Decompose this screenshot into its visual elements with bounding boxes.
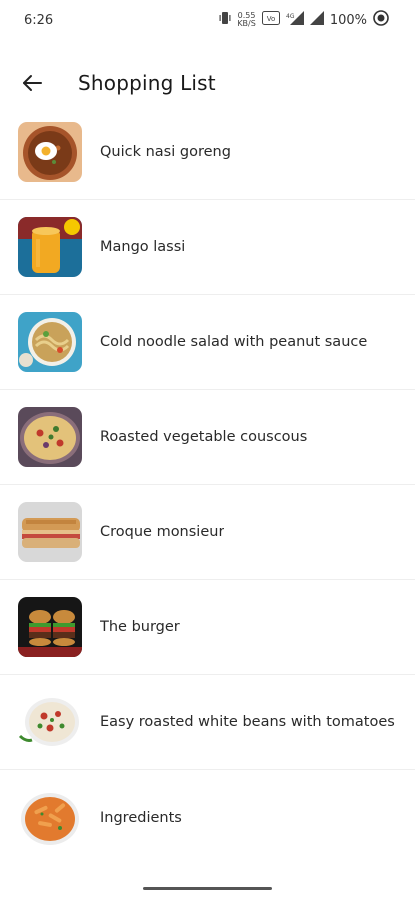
recipe-thumbnail bbox=[18, 502, 82, 562]
list-item-label: Croque monsieur bbox=[100, 524, 225, 540]
list-item[interactable]: Cold noodle salad with peanut sauce bbox=[0, 295, 415, 390]
list-item-label: Quick nasi goreng bbox=[100, 144, 231, 160]
signal-4g-icon: 4G bbox=[286, 11, 304, 29]
status-bar: 6:26 0.55 KB/S Vo 4G 100% bbox=[0, 0, 415, 40]
gesture-nav-handle[interactable] bbox=[143, 887, 272, 890]
record-icon bbox=[373, 10, 389, 30]
list-item-label: Easy roasted white beans with tomatoes bbox=[100, 714, 395, 730]
list-item[interactable]: The burger bbox=[0, 580, 415, 675]
recipe-thumbnail bbox=[18, 597, 82, 657]
list-item-label: The burger bbox=[100, 619, 180, 635]
volte-icon: Vo bbox=[261, 11, 280, 29]
list-item[interactable]: Ingredients bbox=[0, 770, 415, 865]
list-item[interactable]: Roasted vegetable couscous bbox=[0, 390, 415, 485]
list-item[interactable]: Croque monsieur bbox=[0, 485, 415, 580]
net-speed-unit: KB/S bbox=[237, 19, 256, 28]
recipe-thumbnail bbox=[18, 787, 82, 848]
signal-icon bbox=[309, 11, 324, 29]
list-item-label: Roasted vegetable couscous bbox=[100, 429, 308, 445]
vibrate-icon bbox=[219, 11, 231, 29]
status-icons: 0.55 KB/S Vo 4G 100% bbox=[219, 10, 389, 30]
recipe-thumbnail bbox=[18, 407, 82, 467]
back-button[interactable] bbox=[12, 63, 52, 103]
list-item-label: Cold noodle salad with peanut sauce bbox=[100, 334, 368, 350]
app-bar: Shopping List bbox=[0, 56, 415, 110]
list-item[interactable]: Easy roasted white beans with tomatoes bbox=[0, 675, 415, 770]
list-item[interactable]: Quick nasi goreng bbox=[0, 105, 415, 200]
arrow-left-icon bbox=[23, 75, 42, 91]
recipe-thumbnail bbox=[18, 217, 82, 277]
screen: 6:26 0.55 KB/S Vo 4G 100% Shopping List … bbox=[0, 0, 415, 900]
shopping-list: Quick nasi goreng Mango lassi Cold noodl… bbox=[0, 105, 415, 865]
svg-text:Vo: Vo bbox=[267, 15, 276, 23]
network-speed-icon: 0.55 KB/S bbox=[237, 12, 256, 28]
recipe-thumbnail bbox=[18, 692, 82, 752]
list-item[interactable]: Mango lassi bbox=[0, 200, 415, 295]
recipe-thumbnail bbox=[18, 312, 82, 372]
recipe-thumbnail bbox=[18, 122, 82, 182]
status-time: 6:26 bbox=[24, 12, 54, 28]
svg-text:4G: 4G bbox=[286, 13, 295, 20]
list-item-label: Mango lassi bbox=[100, 239, 186, 255]
battery-percent: 100% bbox=[329, 12, 367, 28]
page-title: Shopping List bbox=[78, 71, 216, 95]
list-item-label: Ingredients bbox=[100, 809, 182, 826]
